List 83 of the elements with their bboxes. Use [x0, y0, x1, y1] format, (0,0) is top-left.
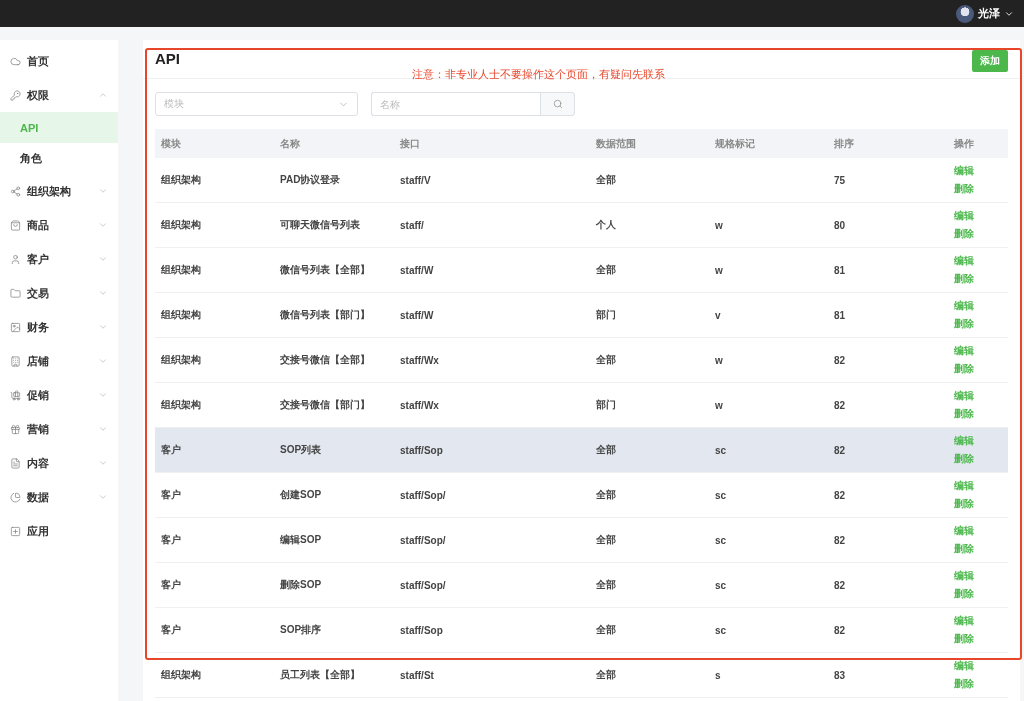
page-title: API	[155, 50, 181, 67]
sidebar-item[interactable]: 客户	[0, 242, 118, 276]
sidebar-item[interactable]: 应用	[0, 514, 118, 548]
chevron-icon	[98, 458, 108, 468]
table-cell: 客户	[155, 428, 274, 473]
column-header: 名称	[274, 129, 394, 158]
sidebar-item[interactable]: 内容	[0, 446, 118, 480]
table-cell: 全部	[590, 428, 709, 473]
table-cell: SOP列表	[274, 428, 394, 473]
sidebar-item[interactable]: 店铺	[0, 344, 118, 378]
delete-link[interactable]: 删除	[954, 227, 974, 241]
sidebar-item[interactable]: 商品	[0, 208, 118, 242]
sidebar-subitem[interactable]: API	[0, 112, 118, 143]
menu-icon	[10, 55, 21, 67]
chevron-icon	[98, 90, 108, 100]
sidebar-item[interactable]: 数据	[0, 480, 118, 514]
table-cell: sc	[709, 428, 828, 473]
edit-link[interactable]: 编辑	[954, 659, 974, 673]
name-search-field[interactable]: 名称	[371, 92, 540, 116]
column-header: 数据范围	[590, 129, 709, 158]
menu-icon	[10, 491, 21, 503]
delete-link[interactable]: 删除	[954, 317, 974, 331]
sidebar-item[interactable]: 权限	[0, 78, 118, 112]
edit-link[interactable]: 编辑	[954, 389, 974, 403]
sidebar-subitem[interactable]: 角色	[0, 143, 118, 174]
menu-icon	[10, 185, 21, 197]
chevron-icon	[98, 186, 108, 196]
delete-link[interactable]: 删除	[954, 497, 974, 511]
edit-link[interactable]: 编辑	[954, 254, 974, 268]
menu-icon	[10, 253, 21, 265]
delete-link[interactable]: 删除	[954, 407, 974, 421]
chevron-icon	[98, 322, 108, 332]
sidebar-item[interactable]: 财务	[0, 310, 118, 344]
menu-icon	[10, 287, 21, 299]
menu-icon	[10, 355, 21, 367]
chevron-icon	[98, 356, 108, 366]
column-header: 规格标记	[709, 129, 828, 158]
edit-link[interactable]: 编辑	[954, 614, 974, 628]
delete-link[interactable]: 删除	[954, 272, 974, 286]
delete-link[interactable]: 删除	[954, 632, 974, 646]
menu-icon	[10, 457, 21, 469]
delete-link[interactable]: 删除	[954, 452, 974, 466]
delete-link[interactable]: 删除	[954, 677, 974, 691]
menu-icon	[10, 89, 21, 101]
sidebar-item[interactable]: 营销	[0, 412, 118, 446]
delete-link[interactable]: 删除	[954, 587, 974, 601]
menu-icon	[10, 525, 21, 537]
warning-notice: 注意：非专业人士不要操作这个页面，有疑问先联系	[412, 67, 666, 82]
table-cell: staff/Sop	[394, 428, 590, 473]
sidebar-item[interactable]: 首页	[0, 44, 118, 78]
edit-link[interactable]: 编辑	[954, 434, 974, 448]
column-header: 操作	[948, 129, 1008, 158]
user-name[interactable]: 光泽	[978, 6, 1000, 21]
column-header: 模块	[155, 129, 274, 158]
user-avatar[interactable]	[956, 4, 974, 23]
search-icon	[552, 99, 563, 109]
menu-icon	[10, 423, 21, 435]
chevron-icon	[98, 254, 108, 264]
edit-link[interactable]: 编辑	[954, 479, 974, 493]
edit-link[interactable]: 编辑	[954, 344, 974, 358]
chevron-icon	[98, 492, 108, 502]
column-header: 接口	[394, 129, 590, 158]
menu-icon	[10, 389, 21, 401]
chevron-icon	[98, 390, 108, 400]
sidebar-item[interactable]: 交易	[0, 276, 118, 310]
chevron-icon	[98, 424, 108, 434]
add-button[interactable]: 添加	[972, 50, 1008, 72]
chevron-icon	[98, 288, 108, 298]
column-header: 排序	[828, 129, 948, 158]
delete-link[interactable]: 删除	[954, 362, 974, 376]
delete-link[interactable]: 删除	[954, 182, 974, 196]
edit-link[interactable]: 编辑	[954, 524, 974, 538]
menu-icon	[10, 219, 21, 231]
edit-link[interactable]: 编辑	[954, 164, 974, 178]
menu-icon	[10, 321, 21, 333]
delete-link[interactable]: 删除	[954, 542, 974, 556]
table-cell: 82	[828, 428, 948, 473]
sidebar-item[interactable]: 组织架构	[0, 174, 118, 208]
sidebar-item[interactable]: 促销	[0, 378, 118, 412]
edit-link[interactable]: 编辑	[954, 569, 974, 583]
edit-link[interactable]: 编辑	[954, 299, 974, 313]
edit-link[interactable]: 编辑	[954, 209, 974, 223]
chevron-icon	[98, 220, 108, 230]
